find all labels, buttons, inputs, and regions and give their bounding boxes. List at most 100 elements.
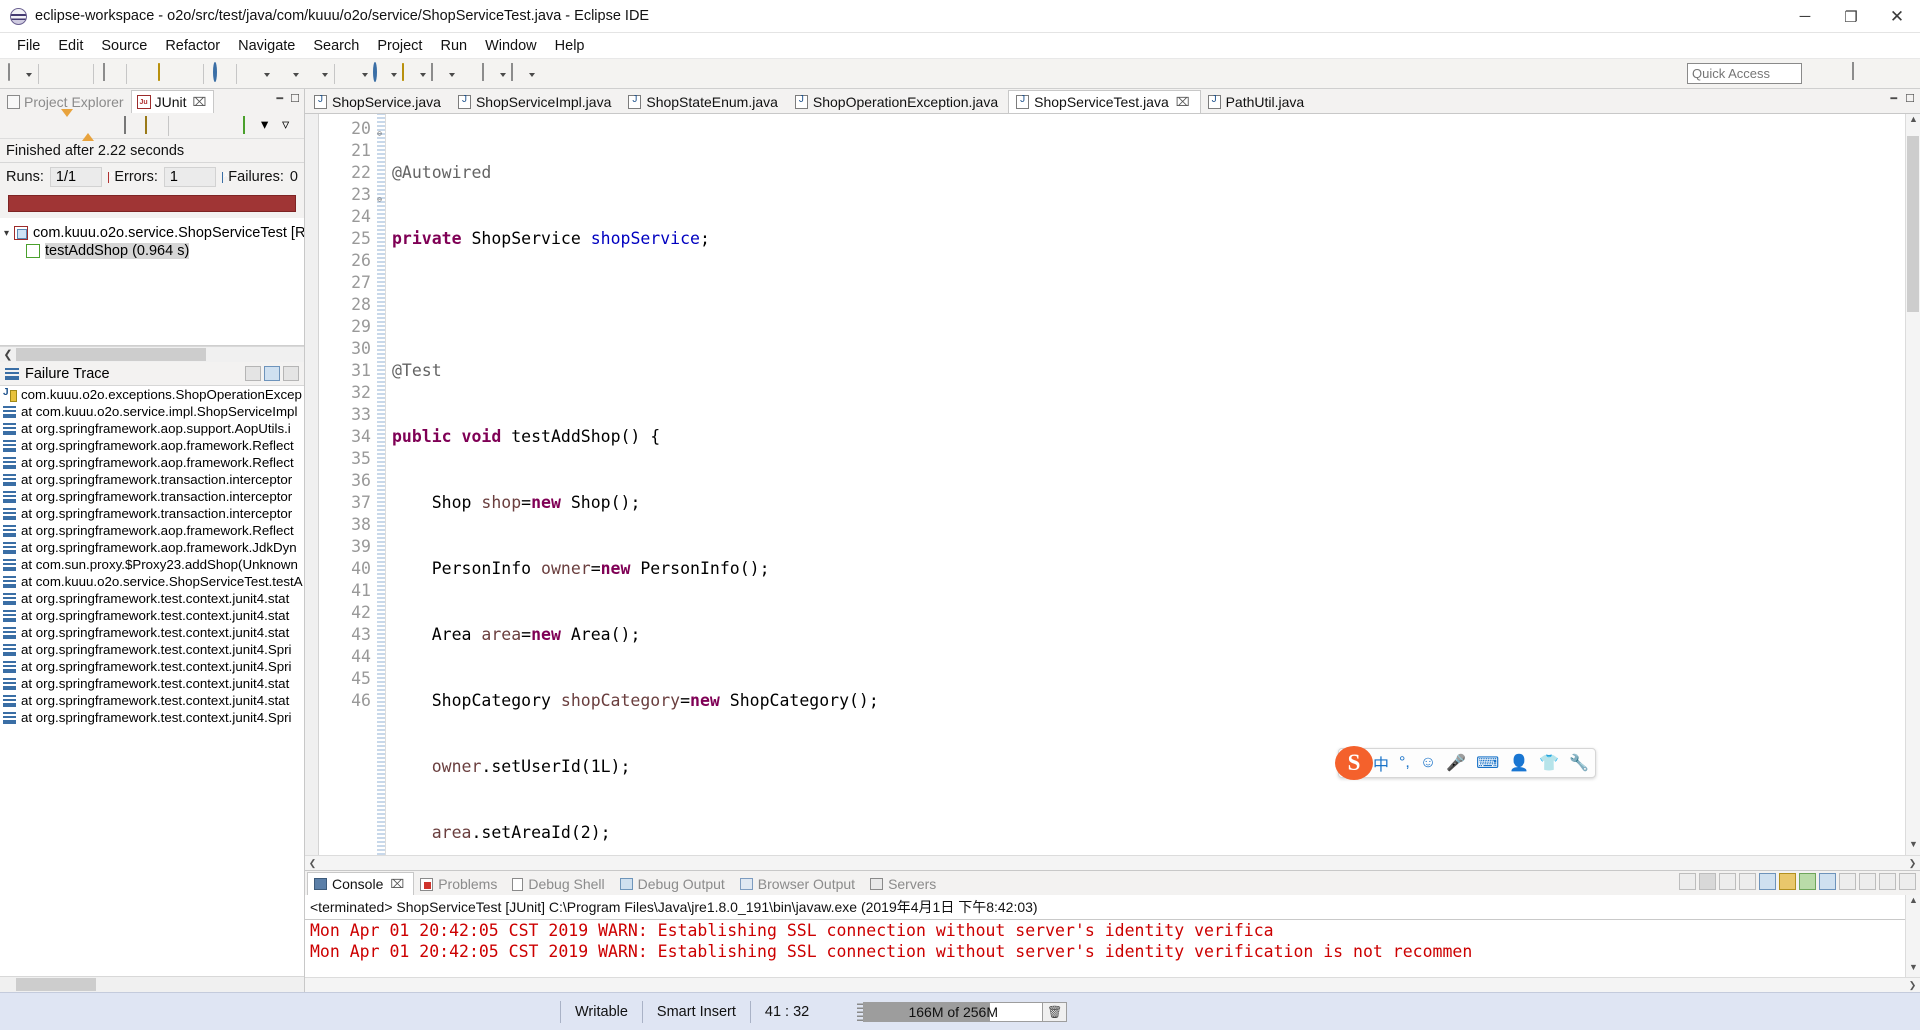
failure-trace-row[interactable]: at org.springframework.transaction.inter… — [0, 505, 304, 522]
coverage-dropdown-icon[interactable] — [322, 64, 329, 84]
menu-run[interactable]: Run — [431, 36, 476, 56]
editor-tab-shopserviceimpl-java[interactable]: ShopServiceImpl.java — [451, 91, 621, 113]
tab-browser-output[interactable]: Browser Output — [734, 873, 864, 895]
perspective-java-icon[interactable] — [1871, 63, 1891, 83]
maximize-console-icon[interactable] — [1899, 873, 1916, 890]
build-icon[interactable] — [100, 62, 120, 84]
maximize-button[interactable]: ❐ — [1828, 0, 1874, 33]
ime-toolbar[interactable]: S 中 °, ☺ 🎤 ⌨ 👤 👕 🔧 — [1335, 746, 1596, 780]
open-console-icon[interactable] — [1819, 873, 1836, 890]
tab-debug-output[interactable]: Debug Output — [614, 873, 734, 895]
new-dropdown-icon[interactable] — [26, 64, 33, 84]
editor-vertical-scrollbar[interactable]: ▲ ▼ — [1905, 114, 1920, 855]
external-tools-icon[interactable] — [341, 64, 361, 84]
menu-source[interactable]: Source — [92, 36, 156, 56]
scrollbar-thumb[interactable] — [320, 857, 1905, 869]
failure-trace-row[interactable]: at org.springframework.aop.framework.Ref… — [0, 454, 304, 471]
close-icon[interactable]: ⌧ — [1176, 95, 1190, 109]
quick-access-input[interactable] — [1687, 63, 1802, 84]
failure-trace-row[interactable]: at org.springframework.test.context.juni… — [0, 658, 304, 675]
back-icon[interactable] — [479, 62, 499, 84]
tab-junit[interactable]: Ju JUnit ⌧ — [130, 90, 215, 113]
editor-annotation-ruler[interactable] — [305, 114, 319, 855]
show-failures-only-icon[interactable] — [100, 117, 118, 135]
next-failure-icon[interactable] — [58, 108, 76, 135]
rerun-failed-icon[interactable] — [198, 117, 216, 135]
stop-test-icon[interactable] — [219, 117, 237, 135]
scroll-down-icon[interactable]: ▼ — [1906, 839, 1920, 855]
minimize-button[interactable]: ─ — [1782, 0, 1828, 33]
print-icon[interactable] — [67, 64, 87, 84]
tab-problems[interactable]: Problems — [414, 873, 506, 895]
new-console-view-icon[interactable] — [1839, 873, 1856, 890]
editor-tab-shopstateenum-java[interactable]: ShopStateEnum.java — [621, 91, 788, 113]
failure-trace-row[interactable]: at com.sun.proxy.$Proxy23.addShop(Unknow… — [0, 556, 304, 573]
failure-trace-row[interactable]: at org.springframework.test.context.juni… — [0, 709, 304, 726]
back-dropdown-icon[interactable] — [500, 64, 507, 84]
scroll-right-icon[interactable]: ❯ — [1905, 858, 1920, 869]
view-menu-icon[interactable]: ▾ — [261, 117, 279, 135]
code-editor[interactable]: 20⊖21 22 23⊖24 25 26 27 28 29 30 31 32 33 34 35 36 37 38… — [305, 113, 1920, 855]
failure-trace-row[interactable]: at org.springframework.test.context.juni… — [0, 675, 304, 692]
failure-trace-row[interactable]: at com.kuuu.o2o.service.impl.ShopService… — [0, 403, 304, 420]
menu-refactor[interactable]: Refactor — [156, 36, 229, 56]
scrollbar-thumb[interactable] — [16, 978, 96, 991]
console-vertical-scrollbar[interactable]: ▲ ▼ — [1905, 895, 1920, 977]
editor-horizontal-scrollbar[interactable]: ❮ ❯ — [305, 855, 1920, 870]
new-package-icon[interactable] — [155, 62, 175, 84]
ime-voice-icon[interactable]: 🎤 — [1446, 753, 1466, 773]
editor-tab-pathutil-java[interactable]: PathUtil.java — [1201, 91, 1315, 113]
run-dropdown-icon[interactable] — [293, 64, 300, 84]
tab-debug-shell[interactable]: Debug Shell — [506, 873, 613, 895]
new-class-icon[interactable] — [177, 64, 197, 84]
search-toolbar-icon[interactable] — [370, 61, 390, 84]
run-icon[interactable] — [272, 64, 292, 84]
editor-tab-shopoperationexception-java[interactable]: ShopOperationException.java — [788, 91, 1008, 113]
failure-trace-row[interactable]: com.kuuu.o2o.exceptions.ShopOperationExc… — [0, 386, 304, 403]
scroll-right-icon[interactable]: ❯ — [1905, 980, 1920, 991]
minimize-view-icon[interactable]: ━ — [277, 92, 284, 105]
filter-stack-trace-icon[interactable] — [264, 366, 280, 381]
ime-emoji-icon[interactable]: ☺ — [1420, 754, 1436, 772]
forward-dropdown-icon[interactable] — [529, 64, 536, 84]
console-menu-icon[interactable] — [1859, 873, 1876, 890]
editor-tab-shopservicetest-java[interactable]: ShopServiceTest.java ⌧ — [1008, 90, 1201, 113]
close-button[interactable]: ✕ — [1874, 0, 1920, 33]
scroll-left-icon[interactable]: ❮ — [0, 348, 16, 361]
trace-menu-icon[interactable] — [283, 366, 299, 381]
minimize-console-icon[interactable] — [1879, 873, 1896, 890]
scroll-up-icon[interactable]: ▲ — [1906, 114, 1920, 130]
failure-trace-row[interactable]: at org.springframework.test.context.juni… — [0, 641, 304, 658]
perspective-javaee-icon[interactable] — [1893, 63, 1913, 83]
external-tools-dropdown-icon[interactable] — [362, 64, 369, 84]
failure-trace-horizontal-scrollbar[interactable] — [0, 976, 304, 992]
debug-icon[interactable] — [243, 64, 263, 84]
new-file-icon[interactable] — [5, 62, 25, 84]
show-ignored-icon[interactable] — [121, 115, 139, 135]
open-perspective-icon[interactable] — [1849, 62, 1869, 83]
failure-trace-row[interactable]: at org.springframework.transaction.inter… — [0, 471, 304, 488]
compare-result-icon[interactable] — [245, 366, 261, 381]
lock-scroll-icon[interactable] — [142, 115, 160, 135]
tab-console[interactable]: Console ⌧ — [307, 872, 415, 895]
ime-language-icon[interactable]: 中 — [1373, 751, 1389, 775]
search-dropdown-icon[interactable] — [391, 64, 398, 84]
terminate-icon[interactable] — [1679, 873, 1696, 890]
failure-trace-row[interactable]: at org.springframework.aop.framework.Ref… — [0, 437, 304, 454]
failure-trace-row[interactable]: at org.springframework.transaction.inter… — [0, 488, 304, 505]
failure-trace-row[interactable]: at org.springframework.aop.support.AopUt… — [0, 420, 304, 437]
menu-search[interactable]: Search — [304, 36, 368, 56]
scrollbar-thumb[interactable] — [1907, 136, 1919, 312]
failure-trace-row[interactable]: at org.springframework.aop.framework.Ref… — [0, 522, 304, 539]
scroll-down-icon[interactable]: ▼ — [1906, 962, 1920, 977]
editor-tab-shopservice-java[interactable]: ShopService.java — [307, 91, 451, 113]
close-icon[interactable]: ⌧ — [193, 95, 207, 109]
menu-window[interactable]: Window — [476, 36, 546, 56]
ime-user-icon[interactable]: 👤 — [1509, 753, 1529, 773]
next-annotation-dropdown-icon[interactable] — [420, 64, 427, 84]
menu-edit[interactable]: Edit — [49, 36, 92, 56]
failure-trace-row[interactable]: at org.springframework.test.context.juni… — [0, 624, 304, 641]
failure-trace-row[interactable]: at org.springframework.test.context.juni… — [0, 692, 304, 709]
previous-annotation-dropdown-icon[interactable] — [449, 64, 456, 84]
fold-toggle-icon[interactable]: ⊖ — [373, 189, 382, 204]
